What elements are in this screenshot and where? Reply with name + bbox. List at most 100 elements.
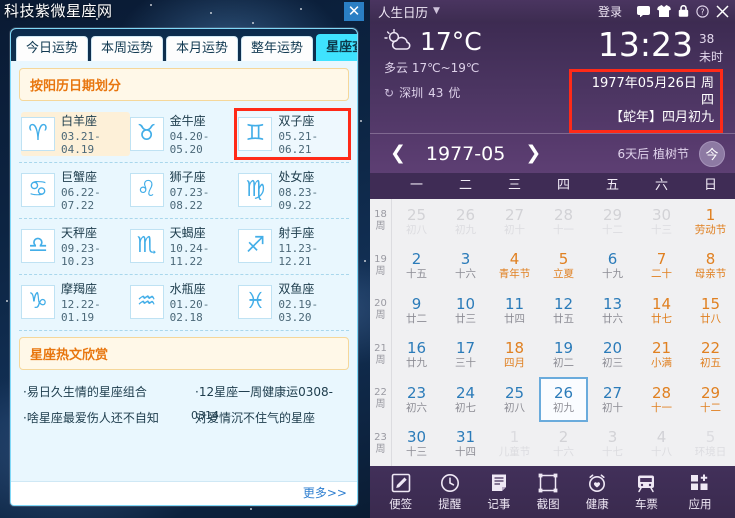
calendar-day[interactable]: 2 十六 bbox=[539, 422, 588, 467]
calendar-day[interactable]: 5 环境日 bbox=[686, 422, 735, 467]
calendar-day[interactable]: 18 四月 bbox=[490, 333, 539, 378]
calendar-day[interactable]: 20 初三 bbox=[588, 333, 637, 378]
calendar-day[interactable]: 1 劳动节 bbox=[686, 199, 735, 244]
list-item[interactable]: ·易日久生情的星座组合 ·12星座一周健康运0308- bbox=[23, 383, 345, 400]
zodiac-item-cancer[interactable]: ♋ 巨蟹座 06.22-07.22 bbox=[21, 168, 130, 212]
weather-block[interactable]: 17°C 多云 17℃~19℃ ↻ 深圳 43 优 bbox=[384, 28, 569, 101]
toolbar-label: 车票 bbox=[634, 497, 658, 511]
calendar-day[interactable]: 7 二十 bbox=[637, 244, 686, 289]
zodiac-item-capricorn[interactable]: ♑ 摩羯座 12.22-01.19 bbox=[21, 280, 130, 324]
zodiac-item-libra[interactable]: ♎ 天秤座 09.23-10.23 bbox=[21, 224, 130, 268]
zodiac-date: 06.22-07.22 bbox=[61, 186, 101, 212]
zodiac-item-leo[interactable]: ♌ 狮子座 07.23-08.22 bbox=[129, 168, 239, 212]
chevron-down-icon[interactable]: ▼ bbox=[433, 6, 440, 16]
zodiac-item-sagittarius[interactable]: ♐ 射手座 11.23-12.21 bbox=[238, 224, 347, 268]
toolbar-item-notes[interactable]: 便签 bbox=[376, 472, 425, 512]
login-button[interactable]: 登录 bbox=[598, 3, 622, 20]
close-icon[interactable]: ✕ bbox=[344, 2, 364, 21]
refresh-icon[interactable]: ↻ bbox=[384, 86, 394, 100]
calendar-day[interactable]: 31 十四 bbox=[441, 422, 490, 467]
more-link[interactable]: 更多>> bbox=[296, 484, 347, 501]
zodiac-item-gemini[interactable]: ♊ 双子座 05.21-06.21 bbox=[234, 108, 352, 160]
zodiac-item-virgo[interactable]: ♍ 处女座 08.23-09.22 bbox=[238, 168, 347, 212]
calendar-day[interactable]: 19 初二 bbox=[539, 333, 588, 378]
calendar-day[interactable]: 25 初八 bbox=[490, 377, 539, 422]
tab-bar: 今日运势 本周运势 本月运势 整年运势 星座查询 bbox=[11, 29, 357, 61]
hot-article-link[interactable]: ·易日久生情的星座组合 bbox=[23, 383, 195, 400]
calendar-day[interactable]: 4 青年节 bbox=[490, 244, 539, 289]
toolbar-item-tickets[interactable]: 车票 bbox=[622, 472, 671, 512]
today-button[interactable]: 今 bbox=[699, 140, 725, 167]
tab-today-fortune[interactable]: 今日运势 bbox=[16, 36, 89, 61]
shirt-icon[interactable] bbox=[657, 5, 671, 17]
calendar-day[interactable]: 24 初七 bbox=[441, 377, 490, 422]
zodiac-name: 处女座 bbox=[278, 170, 315, 184]
calendar-day[interactable]: 27 初十 bbox=[588, 377, 637, 422]
calendar-day[interactable]: 29 十二 bbox=[588, 199, 637, 244]
hot-article-link[interactable]: ·12星座一周健康运0308- bbox=[195, 383, 345, 400]
toolbar-item-apps[interactable]: 应用 bbox=[671, 472, 729, 512]
calendar-day[interactable]: 23 初六 bbox=[392, 377, 441, 422]
calendar-day[interactable]: 30 十三 bbox=[392, 422, 441, 467]
calendar-day[interactable]: 13 廿六 bbox=[588, 288, 637, 333]
calendar-day[interactable]: 6 十九 bbox=[588, 244, 637, 289]
calendar-day[interactable]: 21 小满 bbox=[637, 333, 686, 378]
calendar-day[interactable]: 11 廿四 bbox=[490, 288, 539, 333]
calendar-day[interactable]: 1 儿童节 bbox=[490, 422, 539, 467]
lock-icon[interactable] bbox=[678, 5, 689, 17]
zodiac-row: ♈ 白羊座 03.21-04.19 ♉ 金牛座 04.20-05.20 ♊ 双子… bbox=[19, 107, 352, 163]
toolbar-item-health[interactable]: 健康 bbox=[573, 472, 622, 512]
tab-week-fortune[interactable]: 本周运势 bbox=[91, 36, 164, 61]
days-grid: 25 初八 26 初九 27 初十 28 十一 29 十二 30 十三 1 劳动节 2 十五 3 十六 4 青年节 5 立… bbox=[392, 199, 735, 466]
toolbar-item-diary[interactable]: 记事 bbox=[474, 472, 523, 512]
calendar-day[interactable]: 25 初八 bbox=[392, 199, 441, 244]
list-item[interactable]: ·啥星座最爱伤人还不自知 0314 对爱情沉不住气的星座 bbox=[23, 409, 345, 426]
calendar-day[interactable]: 29 十二 bbox=[686, 377, 735, 422]
help-icon[interactable]: ? bbox=[696, 4, 709, 18]
calendar-day[interactable]: 28 十一 bbox=[539, 199, 588, 244]
tab-zodiac-query[interactable]: 星座查询 bbox=[316, 34, 357, 61]
calendar-day[interactable]: 15 廿八 bbox=[686, 288, 735, 333]
calendar-day[interactable]: 27 初十 bbox=[490, 199, 539, 244]
calendar-day[interactable]: 28 十一 bbox=[637, 377, 686, 422]
day-number: 27 bbox=[504, 205, 525, 224]
zodiac-item-taurus[interactable]: ♉ 金牛座 04.20-05.20 bbox=[129, 112, 239, 156]
zodiac-item-scorpio[interactable]: ♏ 天蝎座 10.24-11.22 bbox=[129, 224, 239, 268]
tab-year-fortune[interactable]: 整年运势 bbox=[241, 36, 314, 61]
calendar-day[interactable]: 14 廿七 bbox=[637, 288, 686, 333]
calendar-day[interactable]: 2 十五 bbox=[392, 244, 441, 289]
toolbar-item-reminder[interactable]: 提醒 bbox=[425, 472, 474, 512]
calendar-day-selected[interactable]: 26 初九 bbox=[539, 377, 588, 422]
current-month-label[interactable]: 1977-05 bbox=[426, 143, 505, 165]
toolbar-item-screenshot[interactable]: 截图 bbox=[524, 472, 573, 512]
day-lunar-label: 十六 bbox=[455, 268, 476, 281]
close-icon[interactable] bbox=[716, 4, 729, 18]
chevron-right-icon[interactable]: ❯ bbox=[519, 144, 547, 163]
calendar-day[interactable]: 26 初九 bbox=[441, 199, 490, 244]
zodiac-item-pisces[interactable]: ♓ 双鱼座 02.19-03.20 bbox=[238, 280, 347, 324]
calendar-day[interactable]: 16 廿九 bbox=[392, 333, 441, 378]
calendar-day[interactable]: 3 十七 bbox=[588, 422, 637, 467]
hot-article-link[interactable]: 0314 对爱情沉不住气的星座 bbox=[191, 409, 345, 426]
zodiac-item-aquarius[interactable]: ♒ 水瓶座 01.20-02.18 bbox=[129, 280, 239, 324]
note-pencil-icon bbox=[391, 472, 411, 494]
calendar-day[interactable]: 17 三十 bbox=[441, 333, 490, 378]
calendar-day[interactable]: 10 廿三 bbox=[441, 288, 490, 333]
zodiac-item-aries[interactable]: ♈ 白羊座 03.21-04.19 bbox=[21, 112, 130, 156]
calendar-day[interactable]: 3 十六 bbox=[441, 244, 490, 289]
calendar-day[interactable]: 5 立夏 bbox=[539, 244, 588, 289]
zodiac-name: 射手座 bbox=[278, 226, 315, 240]
calendar-day[interactable]: 30 十三 bbox=[637, 199, 686, 244]
solar-date-line: 1977年05月26日 周四 bbox=[591, 76, 714, 108]
calendar-day[interactable]: 4 十八 bbox=[637, 422, 686, 467]
calendar-day[interactable]: 9 廿二 bbox=[392, 288, 441, 333]
cancer-icon: ♋ bbox=[21, 173, 55, 207]
city-air-quality[interactable]: ↻ 深圳 43 优 bbox=[384, 84, 569, 101]
hot-article-link[interactable]: ·啥星座最爱伤人还不自知 bbox=[23, 409, 195, 426]
calendar-day[interactable]: 8 母亲节 bbox=[686, 244, 735, 289]
chevron-left-icon[interactable]: ❮ bbox=[384, 144, 412, 163]
message-icon[interactable] bbox=[637, 5, 650, 17]
calendar-day[interactable]: 22 初五 bbox=[686, 333, 735, 378]
calendar-day[interactable]: 12 廿五 bbox=[539, 288, 588, 333]
tab-month-fortune[interactable]: 本月运势 bbox=[166, 36, 239, 61]
